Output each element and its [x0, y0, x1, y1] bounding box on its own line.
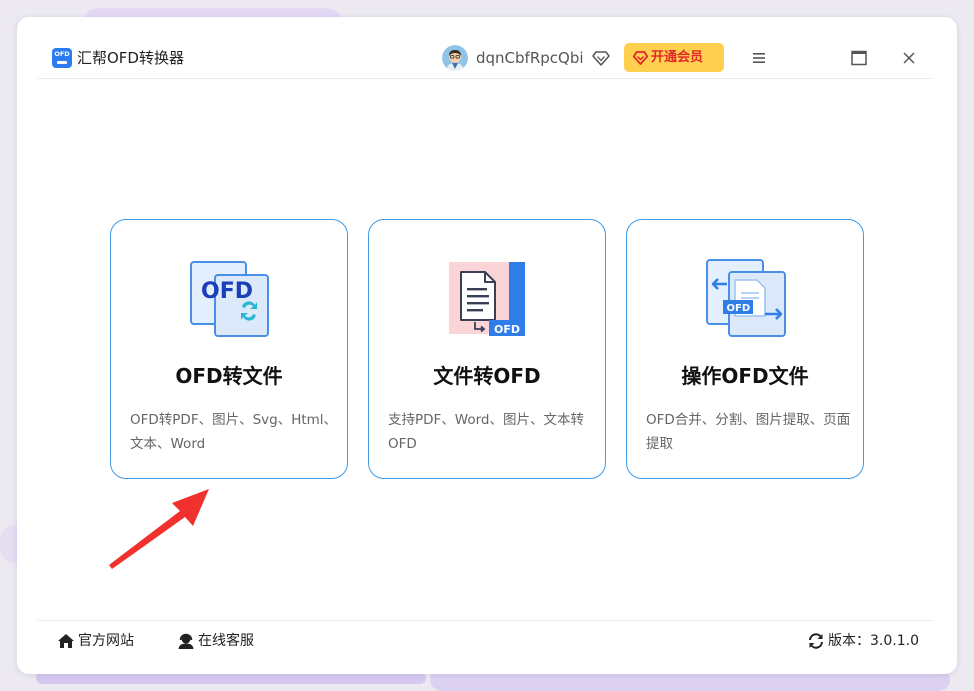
card-description: 支持PDF、Word、图片、文本转OFD: [388, 412, 585, 452]
vip-button-label: 开通会员: [651, 50, 704, 65]
diamond-heart-icon: [632, 51, 649, 65]
official-website-label: 官方网站: [78, 633, 134, 649]
card-title: OFD转文件: [175, 364, 283, 388]
card-description: OFD合并、分割、图片提取、页面提取: [646, 412, 851, 452]
footer-bar: 官方网站 在线客服 版本：3.0.1.0: [37, 620, 932, 660]
avatar[interactable]: [442, 45, 468, 71]
red-pointer-arrow-icon: [109, 489, 209, 569]
file-to-ofd-icon: OFD: [449, 262, 525, 336]
version-info[interactable]: 版本：3.0.1.0: [807, 631, 927, 651]
username: dqnCbfRpcQbi: [476, 49, 584, 67]
close-icon[interactable]: [898, 47, 920, 69]
customer-service-icon: [178, 633, 194, 649]
home-icon: [58, 634, 74, 648]
svg-text:OFD: OFD: [727, 303, 751, 314]
app-window: OFD 汇帮OFD转换器 dqnCbfRpcQbi 开通会员 OFD OFD转文…: [17, 17, 957, 674]
card-title: 文件转OFD: [433, 364, 541, 388]
official-website-link[interactable]: 官方网站: [57, 631, 147, 651]
app-logo-icon: OFD: [52, 48, 72, 68]
avatar-icon: [442, 45, 468, 71]
title-bar: OFD 汇帮OFD转换器 dqnCbfRpcQbi 开通会员: [37, 39, 932, 79]
card-title: 操作OFD文件: [681, 364, 809, 388]
version-label: 版本：3.0.1.0: [828, 633, 919, 649]
diamond-icon[interactable]: [592, 49, 610, 67]
svg-text:OFD: OFD: [494, 323, 520, 336]
menu-icon[interactable]: [748, 47, 770, 69]
refresh-icon: [809, 633, 823, 649]
vip-button[interactable]: 开通会员: [624, 43, 724, 72]
feature-cards: OFD OFD转文件 OFD转PDF、图片、Svg、Html、文本、Word O…: [110, 219, 865, 479]
online-service-label: 在线客服: [198, 633, 254, 649]
online-service-link[interactable]: 在线客服: [177, 631, 272, 651]
card-operate-ofd[interactable]: OFD 操作OFD文件 OFD合并、分割、图片提取、页面提取: [626, 219, 864, 479]
svg-text:OFD: OFD: [201, 279, 253, 304]
app-title: 汇帮OFD转换器: [77, 49, 184, 67]
ofd-convert-icon: OFD: [190, 261, 269, 337]
card-file-to-ofd[interactable]: OFD 文件转OFD 支持PDF、Word、图片、文本转OFD: [368, 219, 606, 479]
card-description: OFD转PDF、图片、Svg、Html、文本、Word: [130, 412, 338, 452]
card-ofd-to-file[interactable]: OFD OFD转文件 OFD转PDF、图片、Svg、Html、文本、Word: [110, 219, 348, 479]
ofd-operate-icon: OFD: [706, 259, 786, 337]
maximize-icon[interactable]: [848, 47, 870, 69]
